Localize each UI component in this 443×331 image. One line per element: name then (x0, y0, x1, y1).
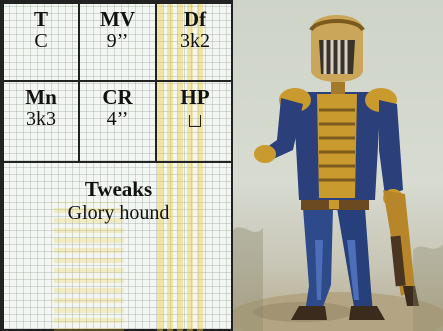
stat-value-cr: 4’’ (106, 108, 129, 130)
stat-label-cr: CR (102, 85, 133, 109)
miniature-photo (233, 0, 443, 331)
empty-box-icon[interactable] (189, 115, 201, 127)
tweaks-title: Tweaks (84, 177, 153, 201)
stat-cell-mv: MV 9’’ (78, 2, 157, 82)
stat-label-hp: HP (180, 85, 210, 109)
stat-panel: T C MV 9’’ Df 3k2 Mn 3k3 CR 4’’ HP Tweak… (0, 0, 235, 331)
stat-label-t: T (33, 7, 48, 31)
tweaks-section: Tweaks Glory hound (2, 161, 235, 331)
tweaks-text: Glory hound (67, 202, 170, 224)
stat-value-mv: 9’’ (106, 30, 129, 52)
stat-label-df: Df (183, 7, 207, 31)
stat-label-mn: Mn (25, 85, 57, 109)
stat-cell-df: Df 3k2 (155, 2, 235, 82)
stat-value-df: 3k2 (180, 30, 210, 52)
armored-figure-miniature-icon (233, 15, 443, 331)
stat-cell-cr: CR 4’’ (78, 80, 157, 163)
stat-cell-hp: HP (155, 80, 235, 163)
stat-cell-mn: Mn 3k3 (2, 80, 80, 163)
stat-value-mn: 3k3 (26, 108, 56, 130)
unit-card: T C MV 9’’ Df 3k2 Mn 3k3 CR 4’’ HP Tweak… (0, 0, 443, 331)
stat-label-mv: MV (100, 7, 135, 31)
stat-value-t: C (34, 30, 48, 52)
stat-cell-t: T C (2, 2, 80, 82)
